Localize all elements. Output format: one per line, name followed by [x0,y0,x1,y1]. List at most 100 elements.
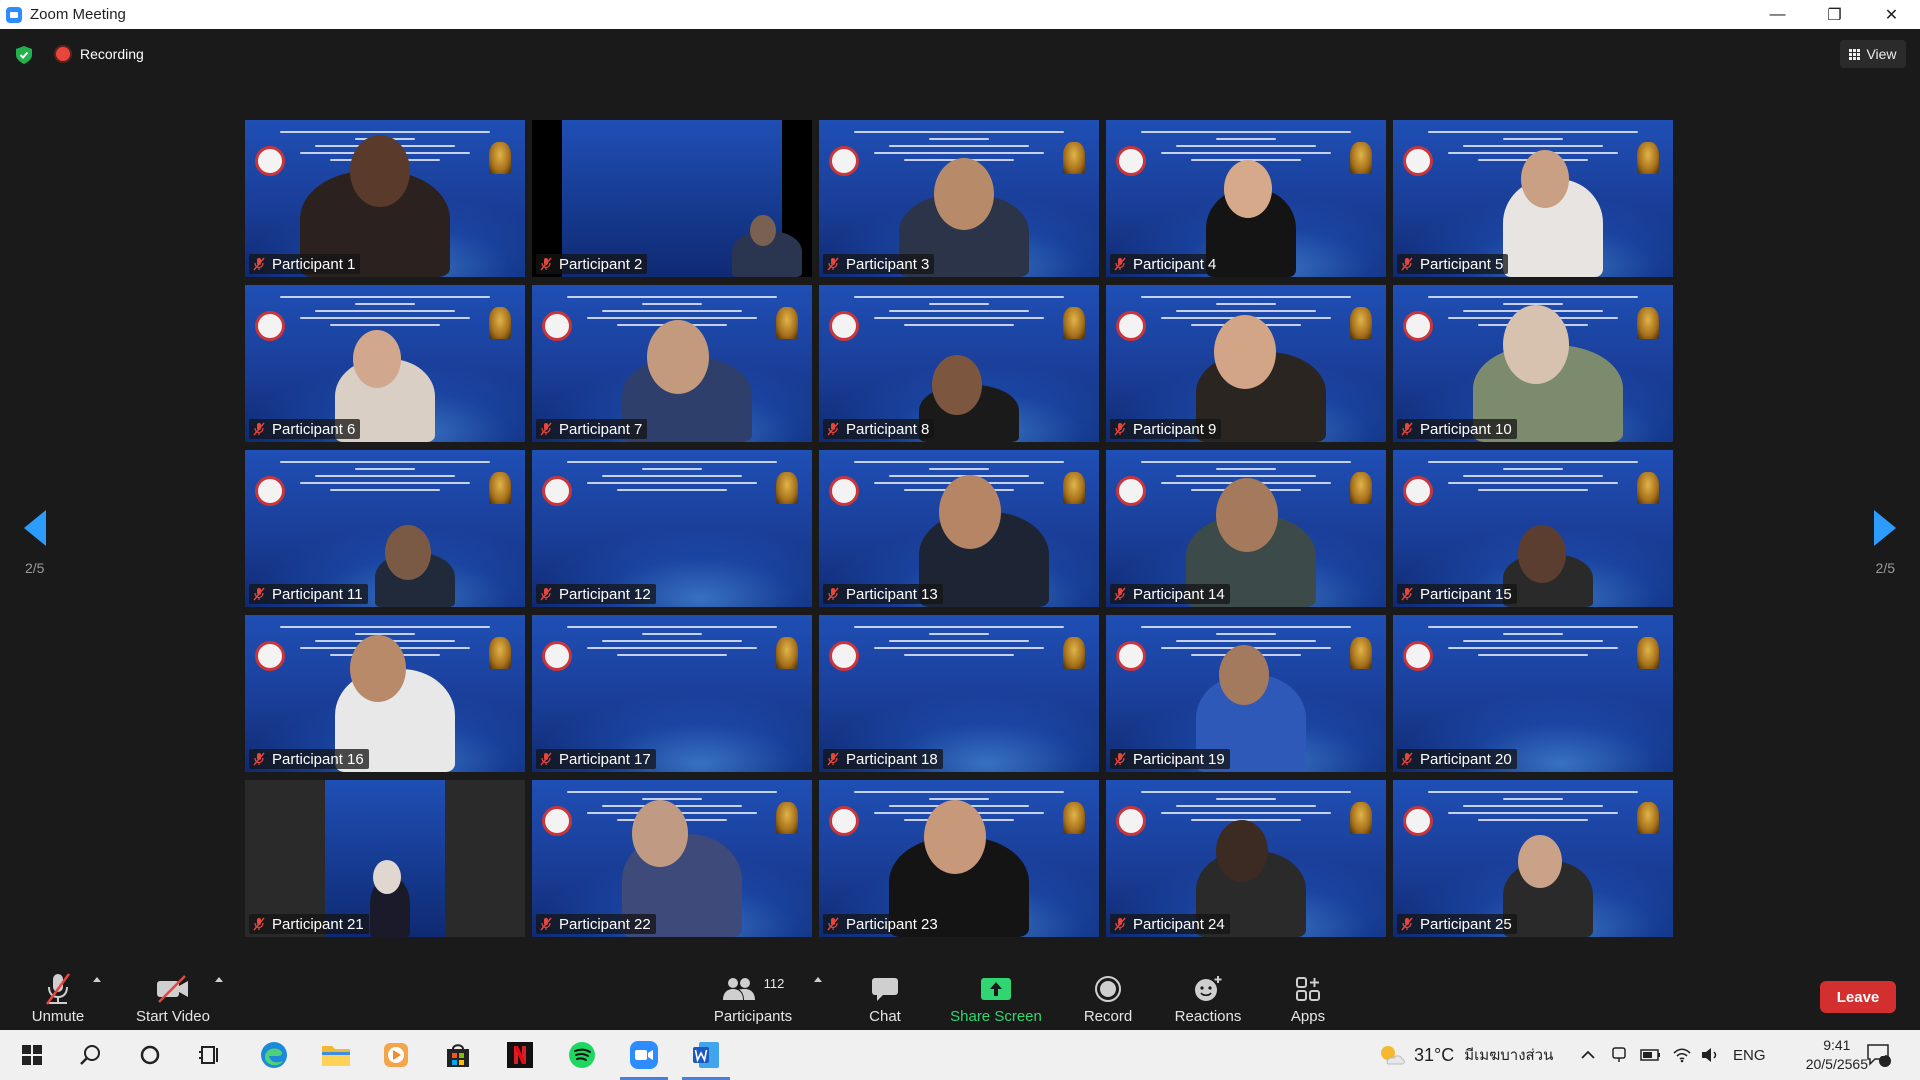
muted-mic-icon [1114,257,1126,271]
start-video-button[interactable]: Start Video [132,955,214,1030]
edge-browser-icon[interactable] [254,1030,294,1080]
participant-tile[interactable]: Participant 1 [245,120,525,277]
participant-head [1216,820,1268,882]
participant-tile[interactable]: Participant 4 [1106,120,1386,277]
chat-button[interactable]: Chat [860,955,910,1030]
restore-icon[interactable]: ❐ [1806,0,1863,29]
zoom-taskbar-icon[interactable] [614,1030,674,1080]
university-emblem-icon [1350,307,1372,339]
participant-tile[interactable]: Participant 25 [1393,780,1673,937]
participant-tile[interactable]: Participant 23 [819,780,1099,937]
participant-name: Participant 6 [272,420,356,438]
participant-name: Participant 7 [559,420,643,438]
task-view-icon[interactable] [190,1030,230,1080]
slide-banner [819,291,1099,343]
participant-tile[interactable]: Participant 17 [532,615,812,772]
participant-tile[interactable]: Participant 9 [1106,285,1386,442]
university-emblem-icon [776,472,798,504]
unmute-button[interactable]: Unmute [22,955,94,1030]
grid-icon [1849,48,1861,60]
reactions-icon [1195,976,1222,1001]
university-logo-icon [1403,806,1433,836]
participant-tile[interactable]: Participant 5 [1393,120,1673,277]
tray-overflow-chevron-icon[interactable] [1580,1030,1596,1080]
previous-page-arrow-icon[interactable] [24,510,46,546]
participant-head [350,635,406,702]
spotify-icon[interactable] [562,1030,602,1080]
participant-tile[interactable]: Participant 8 [819,285,1099,442]
file-explorer-icon[interactable] [316,1030,356,1080]
taskbar-clock[interactable]: 9:41 20/5/2565 [1806,1036,1868,1074]
participant-tile[interactable]: Participant 19 [1106,615,1386,772]
participants-icon [722,978,755,1000]
participant-tile[interactable]: Participant 20 [1393,615,1673,772]
university-logo-icon [542,476,572,506]
university-emblem-icon [489,142,511,174]
participant-tile[interactable]: Participant 3 [819,120,1099,277]
participant-tile[interactable]: Participant 10 [1393,285,1673,442]
tray-device-icon[interactable] [1610,1030,1628,1080]
search-icon[interactable] [70,1030,110,1080]
muted-mic-icon [827,752,839,766]
participant-tile[interactable]: Participant 2 [532,120,812,277]
participant-head [647,320,709,394]
windows-start-icon[interactable] [12,1030,52,1080]
weather-widget[interactable]: 31°C มีเมฆบางส่วน [1378,1030,1553,1080]
notification-center-icon[interactable]: 1 [1866,1030,1892,1080]
netflix-icon[interactable] [500,1030,540,1080]
reactions-button[interactable]: Reactions [1172,955,1244,1030]
participant-tile[interactable]: Participant 16 [245,615,525,772]
slide-banner [532,456,812,508]
participant-tile[interactable]: Participant 14 [1106,450,1386,607]
participant-tile[interactable]: Participant 15 [1393,450,1673,607]
participant-name-label: Participant 19 [1110,749,1230,769]
participant-tile[interactable]: Participant 13 [819,450,1099,607]
video-gallery: Participant 1 Participant 2 Participant 3 P… [245,120,1675,937]
microsoft-store-icon[interactable] [438,1030,478,1080]
volume-icon[interactable] [1700,1030,1720,1080]
university-emblem-icon [1063,142,1085,174]
view-button[interactable]: View [1840,40,1906,68]
close-icon[interactable]: ✕ [1863,0,1920,29]
record-button[interactable]: Record [1080,955,1136,1030]
participant-tile[interactable]: Participant 7 [532,285,812,442]
participants-options-caret-icon[interactable] [814,977,822,982]
slide-banner [245,456,525,508]
university-emblem-icon [1063,802,1085,834]
participant-head [632,800,688,867]
participant-tile[interactable]: Participant 6 [245,285,525,442]
participant-name: Participant 16 [272,750,364,768]
audio-options-caret-icon[interactable] [93,977,101,982]
media-player-icon[interactable] [376,1030,416,1080]
input-language[interactable]: ENG [1733,1030,1766,1080]
university-emblem-icon [1637,802,1659,834]
participant-tile[interactable]: Participant 18 [819,615,1099,772]
meeting-top-bar: Recording View [0,29,1920,79]
share-screen-button[interactable]: Share Screen [946,955,1046,1030]
apps-button[interactable]: Apps [1282,955,1334,1030]
university-logo-icon [1116,311,1146,341]
muted-mic-icon [253,752,265,766]
recording-indicator[interactable]: Recording [56,46,144,62]
word-icon[interactable] [676,1030,736,1080]
muted-microphone-icon [45,973,71,1005]
cortana-icon[interactable] [130,1030,170,1080]
participant-name: Participant 18 [846,750,938,768]
leave-button[interactable]: Leave [1820,981,1896,1013]
participant-tile[interactable]: Participant 21 [245,780,525,937]
participant-tile[interactable]: Participant 12 [532,450,812,607]
participant-tile[interactable]: Participant 11 [245,450,525,607]
minimize-icon[interactable]: — [1749,0,1806,29]
video-options-caret-icon[interactable] [215,977,223,982]
participant-tile[interactable]: Participant 22 [532,780,812,937]
university-logo-icon [255,311,285,341]
encryption-shield-icon[interactable] [16,46,32,64]
video-off-icon [157,975,188,1003]
next-page-arrow-icon[interactable] [1874,510,1896,546]
participant-tile[interactable]: Participant 24 [1106,780,1386,937]
wifi-icon[interactable] [1672,1030,1692,1080]
battery-icon[interactable] [1640,1030,1662,1080]
participant-head [373,860,401,894]
participants-button[interactable]: 112 Participants [710,955,796,1030]
weather-description: มีเมฆบางส่วน [1464,1047,1554,1064]
